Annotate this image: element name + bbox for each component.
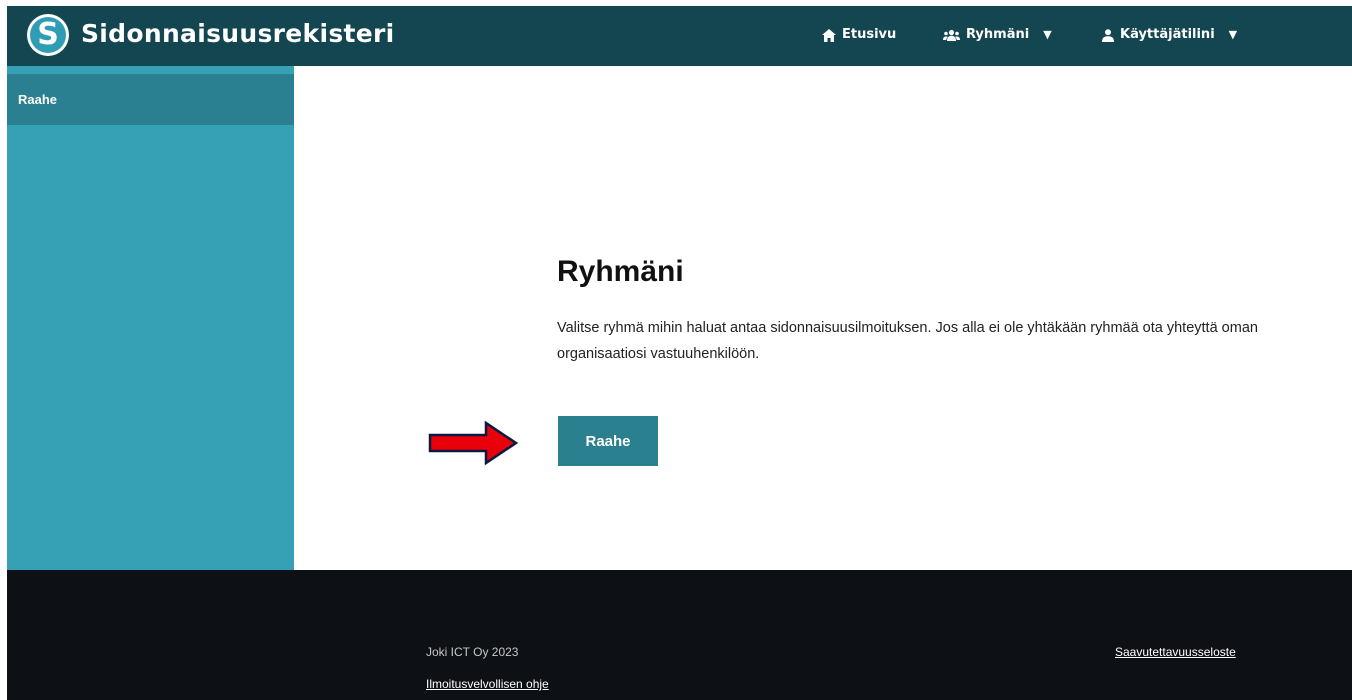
chevron-down-icon: ▼ [1228,28,1238,41]
app-title[interactable]: Sidonnaisuusrekisteri [81,16,395,52]
nav-account-label: Käyttäjätilini [1120,27,1215,42]
nav-home-label: Etusivu [842,27,897,42]
top-navbar: S Sidonnaisuusrekisteri Etusivu Ryhmäni … [7,6,1352,66]
sidebar: Raahe [7,66,294,570]
red-arrow-icon [428,420,519,466]
nav-home[interactable]: Etusivu [822,24,896,46]
logo-icon[interactable]: S [27,14,69,56]
page-description: Valitse ryhmä mihin haluat antaa sidonna… [557,320,1258,362]
guide-link[interactable]: Ilmoitusvelvollisen ohje [426,677,549,691]
nav-groups[interactable]: Ryhmäni ▼ [943,24,1052,46]
sidebar-item-raahe[interactable]: Raahe [7,74,294,125]
user-icon [1102,28,1114,42]
chevron-down-icon: ▼ [1043,28,1052,41]
nav-groups-label: Ryhmäni [966,27,1030,42]
users-icon [943,29,960,41]
page-title: Ryhmäni [557,255,684,288]
nav-account[interactable]: Käyttäjätilini ▼ [1102,24,1237,46]
accessibility-link[interactable]: Saavutettavuusseloste [1115,645,1236,659]
copyright-text: Joki ICT Oy 2023 [426,645,519,659]
footer: Joki ICT Oy 2023 Ilmoitusvelvollisen ohj… [7,570,1352,700]
home-icon [822,28,836,42]
group-button-raahe[interactable]: Raahe [558,416,658,466]
